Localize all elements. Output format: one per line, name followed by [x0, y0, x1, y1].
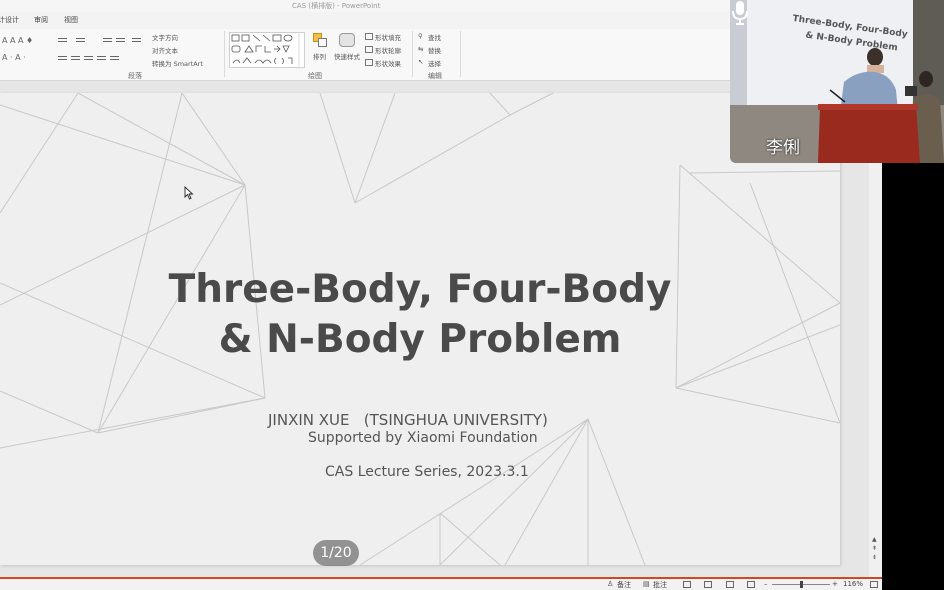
slide-title-line-2: & N-Body Problem: [218, 317, 622, 362]
quick-styles-icon: [339, 33, 355, 47]
find-icon: ⚲: [418, 32, 423, 40]
shapes-gallery[interactable]: [229, 32, 305, 69]
slide[interactable]: Three-Body, Four-Body & N-Body Problem J…: [0, 93, 840, 565]
zoom-slider-thumb[interactable]: [800, 581, 803, 588]
slide-author: JINXIN XUE (TSINGHUA UNIVERSITY): [268, 411, 548, 429]
shape-effects-label: 形状效果: [375, 60, 401, 68]
speaker-webcam: Three-Body, Four-Body & N-Body Problem 李…: [730, 0, 944, 163]
tab-design[interactable]: 计设计: [0, 15, 19, 25]
shape-fill-icon: [365, 33, 373, 40]
numbering-icon[interactable]: [76, 38, 85, 39]
tab-view[interactable]: 视图: [64, 15, 78, 25]
bullets-icon[interactable]: [58, 38, 67, 39]
drawing-group-label: 绘图: [308, 72, 322, 80]
slide-support: Supported by Xiaomi Foundation: [308, 430, 538, 446]
columns-icon[interactable]: [110, 56, 119, 57]
status-bar: ♙ 备注 ▤ 批注 – + 116%: [0, 577, 882, 590]
mic-icon: [732, 1, 748, 25]
fit-window-icon[interactable]: [870, 581, 878, 588]
line-spacing-icon[interactable]: [132, 38, 141, 39]
decrease-indent-icon[interactable]: [103, 38, 112, 39]
align-text-button[interactable]: 对齐文本: [152, 45, 178, 55]
page-indicator: 1/20: [313, 540, 359, 566]
select-icon: ↖: [418, 58, 424, 66]
align-left-icon[interactable]: [58, 56, 67, 57]
slide-series: CAS Lecture Series, 2023.3.1: [325, 464, 529, 480]
next-slide-icon[interactable]: ⇟: [872, 554, 877, 561]
tab-review[interactable]: 审阅: [34, 15, 48, 25]
reading-view-icon[interactable]: [726, 581, 734, 588]
prev-slide-icon[interactable]: ⇞: [872, 545, 877, 552]
select-label: 选择: [428, 60, 441, 68]
comments-button[interactable]: 批注: [653, 580, 667, 590]
paragraph-group-label: 段落: [128, 72, 142, 80]
zoom-in-icon[interactable]: +: [832, 580, 838, 588]
shape-outline-icon: [365, 46, 373, 53]
align-center-icon[interactable]: [71, 56, 80, 57]
shape-effects-icon: [365, 59, 373, 66]
quick-styles-label: 快速样式: [334, 53, 360, 61]
zoom-level[interactable]: 116%: [843, 580, 863, 588]
increase-indent-icon[interactable]: [116, 38, 125, 39]
arrange-button[interactable]: 排列: [311, 33, 329, 67]
window-title: CAS (横排版) - PowerPoint: [292, 2, 381, 10]
comments-icon[interactable]: ▤: [643, 580, 650, 588]
cursor-icon: [184, 186, 194, 200]
slide-sorter-icon[interactable]: [704, 581, 712, 588]
black-margin: [882, 163, 944, 590]
speaker-name: 李俐: [766, 138, 800, 158]
normal-view-icon[interactable]: [683, 581, 691, 588]
justify-icon[interactable]: [97, 56, 106, 57]
notes-button[interactable]: 备注: [617, 580, 631, 590]
find-label: 查找: [428, 34, 441, 42]
shapes-gallery-icon: [231, 33, 300, 69]
replace-label: 替换: [428, 47, 441, 55]
editing-group-label: 编辑: [428, 72, 442, 80]
slideshow-icon[interactable]: [747, 581, 755, 588]
arrange-label: 排列: [313, 53, 326, 61]
scroll-up-icon[interactable]: ▲: [872, 536, 877, 543]
shape-outline-label: 形状轮廓: [375, 47, 401, 55]
slide-title-line-1: Three-Body, Four-Body: [168, 267, 672, 312]
quick-styles-button[interactable]: 快速样式: [334, 33, 362, 67]
notes-icon[interactable]: ♙: [607, 580, 613, 588]
text-direction-button[interactable]: 文字方向: [152, 32, 178, 42]
align-right-icon[interactable]: [84, 56, 93, 57]
convert-smartart-button[interactable]: 转换为 SmartArt: [152, 58, 203, 68]
shape-fill-label: 形状填充: [375, 34, 401, 42]
vertical-scrollbar[interactable]: ▲ ⇞ ⇟: [869, 93, 882, 578]
arrange-icon: [313, 33, 327, 47]
replace-icon: ⇆: [418, 45, 424, 53]
zoom-out-icon[interactable]: –: [764, 580, 768, 588]
